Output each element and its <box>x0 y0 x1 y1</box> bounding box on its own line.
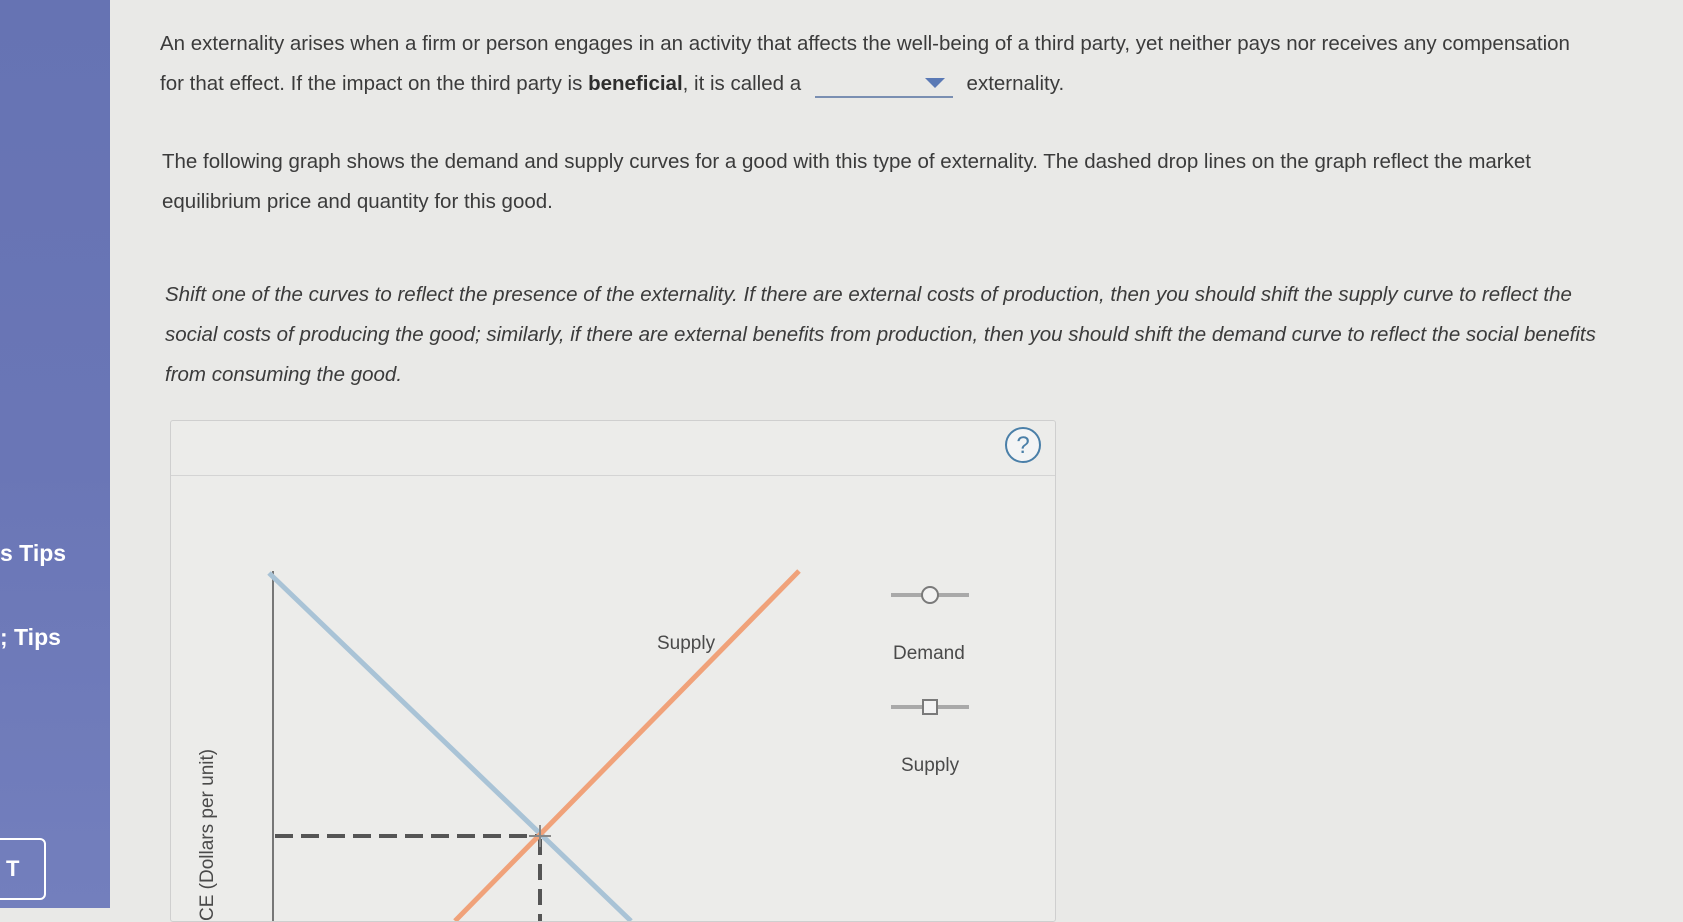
chevron-down-icon <box>924 77 945 88</box>
supply-legend-square-icon[interactable] <box>922 699 938 715</box>
supply-curve-label: Supply <box>657 633 716 654</box>
legend-supply-label: Supply <box>901 755 960 776</box>
demand-legend-circle-icon[interactable] <box>921 586 939 604</box>
p1-after: externality. <box>966 72 1065 95</box>
sidebar-item-tips[interactable]: s Tips <box>0 540 66 567</box>
legend-demand-label: Demand <box>893 643 965 664</box>
graph-canvas: Supply CE (Dollars per unit) <box>197 569 969 921</box>
p1-mid: , it is called a <box>682 72 802 95</box>
sidebar-item-tips-2[interactable]: ; Tips <box>0 624 61 651</box>
question-paragraph-2: The following graph shows the demand and… <box>162 150 1531 213</box>
p3-text: Shift one of the curves to reflect the p… <box>165 283 1596 386</box>
sidebar: s Tips ; Tips T <box>0 0 110 908</box>
demand-curve[interactable] <box>267 571 633 921</box>
question-paragraph-1: An externality arises when a firm or per… <box>160 24 1580 104</box>
question-paragraph-3: Shift one of the curves to reflect the p… <box>165 275 1625 395</box>
sidebar-button[interactable]: T <box>0 838 46 900</box>
y-axis-label: CE (Dollars per unit) <box>197 749 218 921</box>
supply-curve[interactable] <box>453 569 801 921</box>
externality-type-dropdown[interactable] <box>814 72 953 98</box>
graph-panel: ? Supply CE (Dollars per unit) Demand Su… <box>170 420 1056 922</box>
p1-bold: beneficial <box>588 72 683 95</box>
